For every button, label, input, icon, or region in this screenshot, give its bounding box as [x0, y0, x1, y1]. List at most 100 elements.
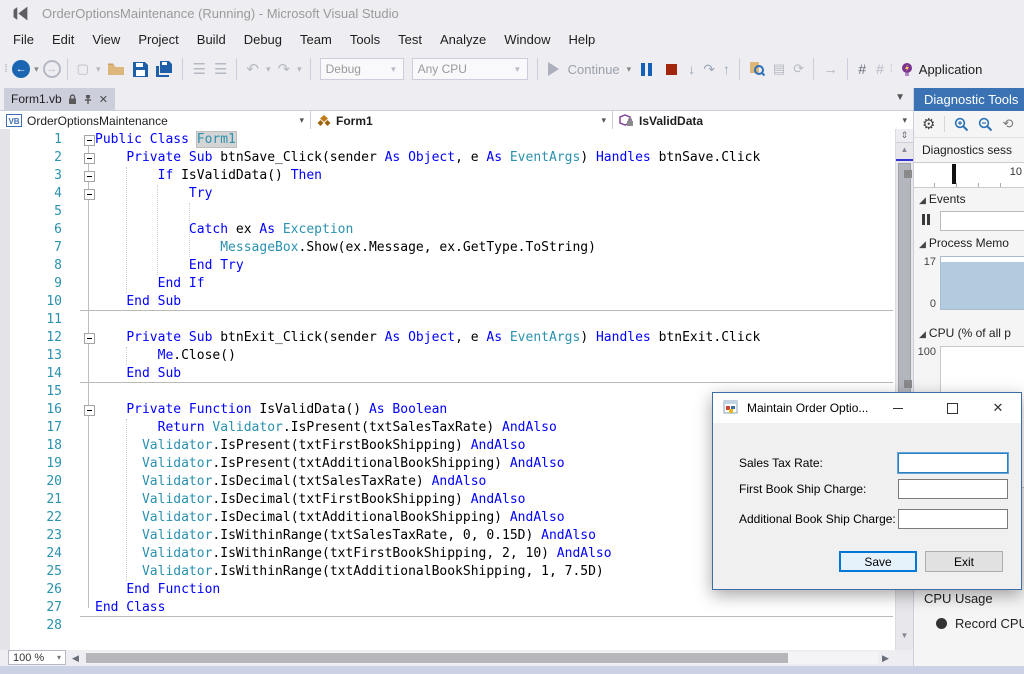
menu-debug[interactable]: Debug: [235, 30, 291, 49]
code-line-28[interactable]: 28: [0, 617, 895, 635]
continue-button[interactable]: Continue: [568, 62, 620, 77]
memory-section-header[interactable]: ◢Process Memo: [914, 232, 1024, 254]
close-button[interactable]: ✕: [981, 393, 1015, 423]
member-dropdown[interactable]: IsValidData ▾: [613, 111, 913, 130]
field-input-3[interactable]: [898, 509, 1008, 529]
navigate-forward-button[interactable]: →: [43, 60, 61, 78]
code-line-9[interactable]: 9 End If: [0, 275, 895, 293]
zoom-out-icon[interactable]: [978, 117, 993, 132]
horizontal-scroll-thumb[interactable]: [86, 653, 788, 663]
fold-collapse-box[interactable]: [84, 189, 95, 200]
continue-dropdown[interactable]: ▾: [627, 64, 632, 75]
toolbar-grip[interactable]: ⁞: [890, 63, 891, 75]
redo-button[interactable]: ↷: [278, 60, 291, 78]
record-cpu-profile-button[interactable]: Record CPU: [936, 616, 1024, 631]
zoom-in-icon[interactable]: [954, 117, 969, 132]
menu-view[interactable]: View: [83, 30, 129, 49]
open-file-button[interactable]: [107, 62, 125, 76]
save-button[interactable]: Save: [839, 551, 917, 572]
minimize-button[interactable]: [881, 393, 915, 423]
step-out-button[interactable]: ↑: [723, 61, 730, 77]
exit-button[interactable]: Exit: [925, 551, 1003, 572]
cpu-section-header[interactable]: ◢CPU (% of all p: [914, 322, 1024, 344]
settings-gear-icon[interactable]: ⚙: [922, 115, 935, 133]
session-timeline-ruler[interactable]: 10: [914, 162, 1024, 188]
scroll-down-icon[interactable]: ▼: [896, 631, 913, 640]
scroll-up-icon[interactable]: ▲: [896, 145, 913, 154]
new-item-button[interactable]: ▢: [77, 61, 89, 77]
navigate-back-button[interactable]: ←: [12, 60, 30, 78]
navigate-button[interactable]: →: [823, 61, 838, 78]
code-line-7[interactable]: 7 MessageBox.Show(ex.Message, ex.GetType…: [0, 239, 895, 257]
tab-overflow-dropdown-icon[interactable]: ▼: [895, 92, 905, 103]
maximize-button[interactable]: [935, 393, 969, 423]
menu-window[interactable]: Window: [495, 30, 559, 49]
step-over-button[interactable]: ↷: [703, 61, 715, 78]
solution-configuration-select[interactable]: Debug▾: [320, 58, 404, 80]
editor-splitter-handle[interactable]: ⇕: [896, 129, 913, 143]
new-item-dropdown[interactable]: ▾: [96, 64, 101, 75]
solution-platform-select[interactable]: Any CPU▾: [412, 58, 528, 80]
menu-file[interactable]: File: [4, 30, 43, 49]
stop-debugging-button[interactable]: [666, 64, 677, 75]
indent-decrease-button[interactable]: ☰: [192, 60, 205, 78]
code-line-10[interactable]: 10 End Sub: [0, 293, 895, 311]
continue-play-icon[interactable]: [548, 62, 559, 76]
field-input-2[interactable]: [898, 479, 1008, 499]
type-dropdown[interactable]: Form1 ▾: [311, 111, 613, 130]
application-insights-button[interactable]: Application: [919, 62, 983, 77]
watch-button[interactable]: ▤: [773, 61, 785, 77]
menu-test[interactable]: Test: [389, 30, 431, 49]
project-dropdown[interactable]: VB OrderOptionsMaintenance ▾: [0, 111, 311, 130]
field-input-1[interactable]: [898, 453, 1008, 473]
code-line-14[interactable]: 14 End Sub: [0, 365, 895, 383]
breakpoint-settings-icon[interactable]: #: [858, 61, 866, 77]
scroll-right-icon[interactable]: ▶: [882, 653, 889, 664]
undo-button[interactable]: ↶: [246, 60, 259, 78]
fold-collapse-box[interactable]: [84, 153, 95, 164]
code-line-5[interactable]: 5: [0, 203, 895, 221]
editor-zoom-select[interactable]: 100 % ▾: [8, 650, 66, 665]
undo-dropdown[interactable]: ▾: [266, 64, 271, 75]
fold-collapse-box[interactable]: [84, 171, 95, 182]
code-line-27[interactable]: 27End Class: [0, 599, 895, 617]
code-line-3[interactable]: 3 If IsValidData() Then: [0, 167, 895, 185]
tab-form1-vb[interactable]: Form1.vb ✕: [4, 88, 115, 110]
code-line-6[interactable]: 6 Catch ex As Exception: [0, 221, 895, 239]
redo-dropdown[interactable]: ▾: [297, 64, 302, 75]
menu-help[interactable]: Help: [560, 30, 605, 49]
events-section-header[interactable]: ◢Events: [914, 188, 1024, 210]
code-line-11[interactable]: 11: [0, 311, 895, 329]
menu-edit[interactable]: Edit: [43, 30, 83, 49]
code-line-1[interactable]: 1Public Class Form1: [0, 131, 895, 149]
code-line-4[interactable]: 4 Try: [0, 185, 895, 203]
menu-project[interactable]: Project: [129, 30, 187, 49]
save-button[interactable]: [133, 62, 148, 77]
find-in-code-button[interactable]: [749, 61, 765, 77]
pin-icon[interactable]: [83, 94, 93, 105]
menu-team[interactable]: Team: [291, 30, 341, 49]
refresh-button[interactable]: ⟳: [793, 61, 804, 77]
code-line-8[interactable]: 8 End Try: [0, 257, 895, 275]
tab-cpu-usage[interactable]: CPU Usage: [924, 591, 993, 606]
indent-increase-button[interactable]: ☰: [214, 60, 227, 78]
code-line-2[interactable]: 2 Private Sub btnSave_Click(sender As Ob…: [0, 149, 895, 167]
toolbar-grip[interactable]: ⁞⁞: [4, 63, 6, 75]
fold-collapse-box[interactable]: [84, 135, 95, 146]
menu-tools[interactable]: Tools: [341, 30, 389, 49]
save-all-button[interactable]: [156, 61, 173, 77]
dialog-title-bar[interactable]: Maintain Order Optio... ✕: [713, 393, 1021, 423]
reset-view-icon[interactable]: ⟲: [1002, 116, 1013, 132]
navigate-back-dropdown[interactable]: ▾: [34, 64, 39, 75]
diagnostic-tools-title[interactable]: Diagnostic Tools: [914, 88, 1024, 111]
application-insights-icon[interactable]: [901, 62, 913, 77]
code-line-13[interactable]: 13 Me.Close(): [0, 347, 895, 365]
code-line-12[interactable]: 12 Private Sub btnExit_Click(sender As O…: [0, 329, 895, 347]
title-bar[interactable]: OrderOptionsMaintenance (Running) - Micr…: [0, 0, 1024, 28]
menu-build[interactable]: Build: [188, 30, 235, 49]
fold-collapse-box[interactable]: [84, 405, 95, 416]
step-into-button[interactable]: ↓: [688, 61, 695, 77]
break-all-button[interactable]: [641, 63, 652, 76]
menu-analyze[interactable]: Analyze: [431, 30, 495, 49]
close-tab-icon[interactable]: ✕: [99, 93, 108, 106]
